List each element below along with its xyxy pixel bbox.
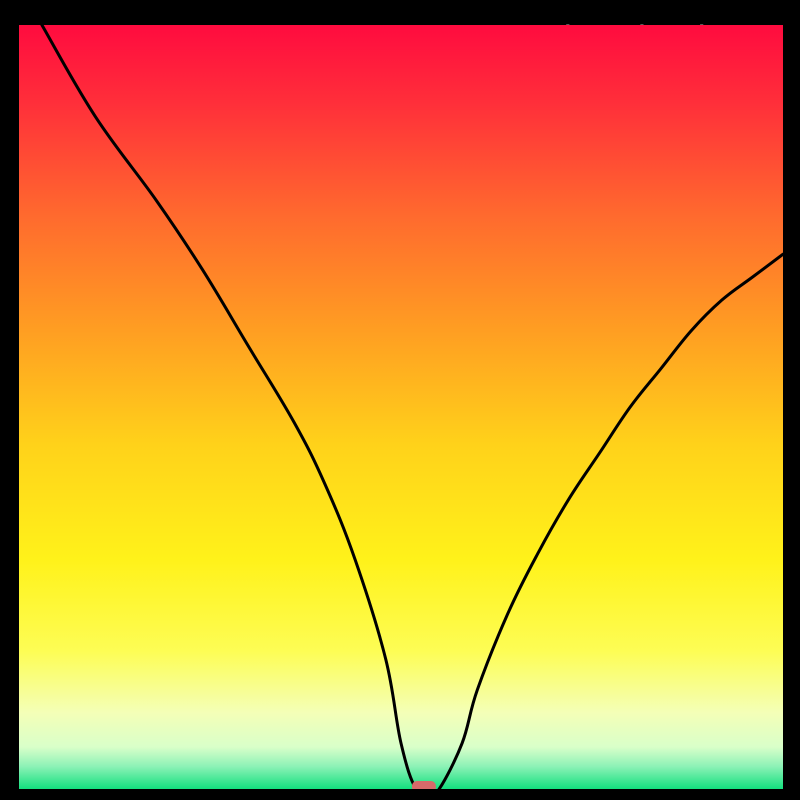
bottleneck-chart <box>19 25 783 789</box>
chart-frame: TheBottleneck.com <box>16 22 786 792</box>
optimal-marker <box>412 781 436 789</box>
chart-background <box>19 25 783 789</box>
